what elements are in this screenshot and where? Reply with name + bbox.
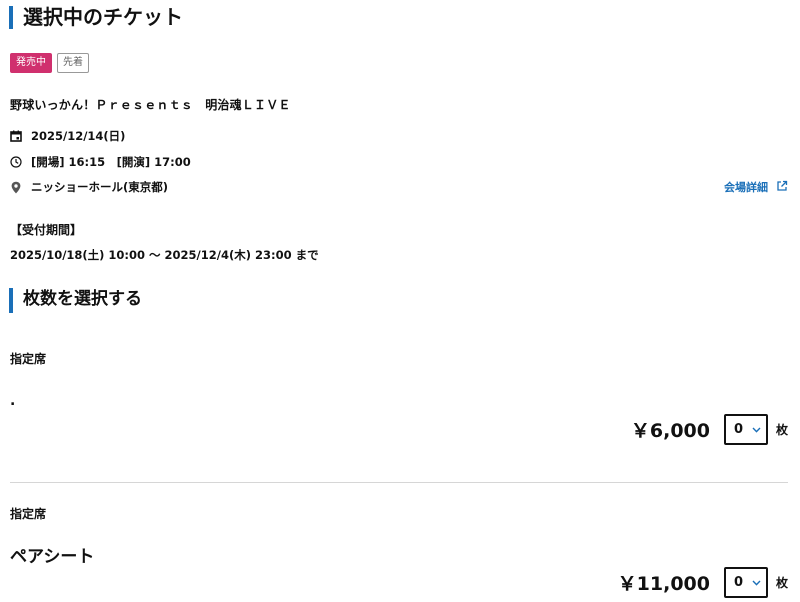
- seat-price-row: ￥6,000 0 枚: [631, 414, 788, 445]
- seat-name: ペアシート: [10, 547, 95, 567]
- seat-category: 指定席: [10, 352, 47, 366]
- external-link-icon: [776, 180, 788, 195]
- quantity-value: 0: [733, 422, 744, 437]
- reception-period-value: 2025/10/18(土) 10:00 ～ 2025/12/4(木) 23:00…: [10, 248, 319, 262]
- ticket-selection-page: 選択中のチケット 発売中 先着 野球いっかん！Ｐｒｅｓｅｎｔｓ 明治魂ＬＩＶＥ …: [0, 0, 800, 602]
- seat-price: ￥11,000: [617, 573, 710, 595]
- first-come-badge: 先着: [57, 53, 89, 73]
- quantity-unit: 枚: [775, 423, 788, 437]
- seat-price-row: ￥11,000 0 枚: [618, 567, 788, 598]
- chevron-down-icon: [752, 422, 761, 437]
- selected-ticket-heading: 選択中のチケット: [9, 6, 183, 29]
- calendar-icon: [10, 130, 22, 142]
- quantity-select[interactable]: 0: [723, 567, 768, 598]
- on-sale-badge: 発売中: [10, 53, 52, 73]
- seat-price: ￥6,000: [630, 420, 710, 442]
- quantity-heading: 枚数を選択する: [9, 288, 142, 313]
- event-title: 野球いっかん！Ｐｒｅｓｅｎｔｓ 明治魂ＬＩＶＥ: [10, 98, 291, 112]
- event-date-row: 2025/12/14(日): [10, 128, 125, 144]
- seat-name: .: [10, 393, 16, 409]
- clock-icon: [10, 156, 22, 168]
- venue-details-label: 会場詳細: [724, 181, 768, 194]
- seat-category: 指定席: [10, 507, 47, 521]
- quantity-select[interactable]: 0: [723, 414, 768, 445]
- quantity-unit: 枚: [775, 576, 788, 590]
- event-venue-row: ニッショーホール(東京都): [10, 179, 168, 195]
- quantity-value: 0: [733, 575, 744, 590]
- venue-details-link[interactable]: 会場詳細: [724, 179, 788, 195]
- status-badges: 発売中 先着: [10, 53, 89, 73]
- chevron-down-icon: [752, 575, 761, 590]
- reception-period-label: 【受付期間】: [10, 223, 83, 237]
- seat-divider: [10, 482, 788, 483]
- event-time-row: [開場] 16:15 [開演] 17:00: [10, 154, 191, 170]
- map-pin-icon: [10, 181, 22, 194]
- event-date: 2025/12/14(日): [31, 129, 126, 143]
- event-time: [開場] 16:15 [開演] 17:00: [31, 155, 191, 169]
- event-venue: ニッショーホール(東京都): [31, 180, 169, 194]
